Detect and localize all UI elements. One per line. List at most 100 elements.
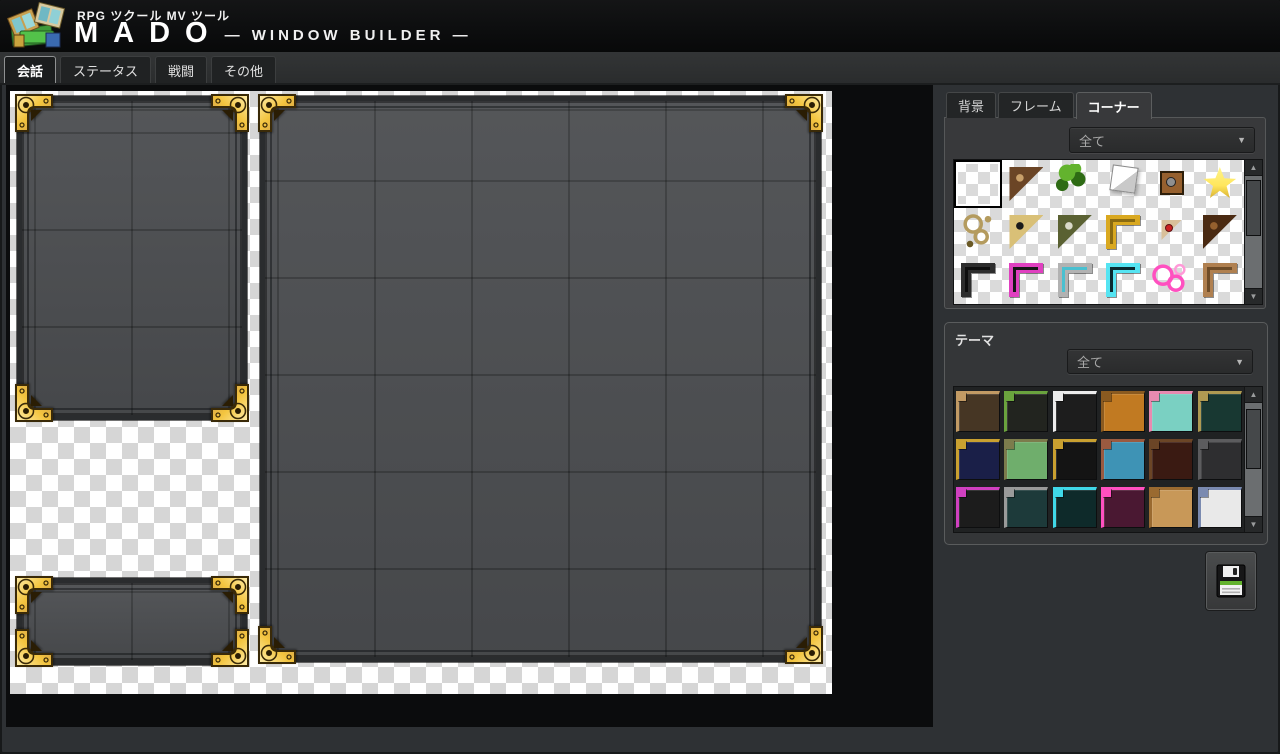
corner-item-olive-corner[interactable]	[1051, 208, 1099, 256]
corner-item-dark-ornate-corner[interactable]	[1196, 208, 1244, 256]
window-preview-canvas	[10, 91, 832, 694]
theme-item-cyan-neon-grid[interactable]	[1051, 483, 1099, 531]
corner-thumbnail	[1055, 212, 1095, 252]
save-button[interactable]	[1205, 551, 1257, 611]
theme-thumbnail	[1101, 439, 1145, 480]
theme-item-silver-teal[interactable]	[1002, 483, 1050, 531]
theme-thumbnail	[956, 487, 1000, 528]
theme-item-gold-navy[interactable]	[954, 435, 1002, 483]
theme-item-gold-black-diamond[interactable]	[1051, 435, 1099, 483]
app-title: MADO	[74, 18, 223, 48]
corner-item-pink-black-bracket[interactable]	[1002, 256, 1050, 304]
corner-item-pink-neon-rings[interactable]	[1147, 256, 1195, 304]
theme-scroll-thumb[interactable]	[1246, 409, 1261, 469]
part-tab-haikei[interactable]: 背景	[946, 92, 996, 118]
part-tab-bar: 背景フレームコーナー	[946, 92, 1154, 119]
theme-thumbnail	[1053, 391, 1097, 432]
theme-item-brass-dark-teal[interactable]	[1196, 387, 1244, 435]
theme-thumbnail	[1004, 439, 1048, 480]
gold-corner-ornament-icon	[258, 626, 296, 664]
theme-thumbnail	[1198, 391, 1242, 432]
theme-filter-value: 全て	[1077, 352, 1103, 371]
corner-thumbnail	[1006, 260, 1046, 300]
gold-corner-ornament-icon	[15, 94, 53, 132]
gold-corner-ornament-icon	[211, 94, 249, 132]
corner-item-none[interactable]	[954, 160, 1002, 208]
corner-scrollbar[interactable]: ▲ ▼	[1244, 160, 1262, 304]
theme-item-paper-blue[interactable]	[1196, 483, 1244, 531]
theme-thumbnail	[1149, 391, 1193, 432]
gold-corner-ornament-icon	[258, 94, 296, 132]
scroll-up-icon[interactable]: ▲	[1245, 387, 1262, 403]
gold-corner-ornament-icon	[211, 384, 249, 422]
preview-window-tall[interactable]	[17, 96, 247, 420]
theme-item-brown-maroon[interactable]	[1147, 435, 1195, 483]
corner-item-wood-beam[interactable]	[1196, 256, 1244, 304]
corner-item-cyan-neon-bracket[interactable]	[1099, 256, 1147, 304]
corner-scroll-thumb[interactable]	[1246, 180, 1261, 236]
gold-corner-ornament-icon	[15, 384, 53, 422]
corner-thumbnail	[1151, 164, 1191, 204]
corner-listbox: ▲ ▼	[953, 159, 1263, 305]
scroll-down-icon[interactable]: ▼	[1245, 288, 1262, 304]
corner-item-green-foliage[interactable]	[1051, 160, 1099, 208]
corner-item-yellow-star[interactable]	[1196, 160, 1244, 208]
preview-window-small[interactable]	[17, 578, 247, 665]
theme-item-leather-brown[interactable]	[954, 387, 1002, 435]
theme-filter-dropdown[interactable]: 全て ▼	[1067, 349, 1253, 374]
gold-corner-ornament-icon	[15, 576, 53, 614]
main-tab-status[interactable]: ステータス	[60, 56, 151, 83]
theme-grid	[954, 387, 1244, 532]
corner-thumbnail	[1200, 260, 1240, 300]
gold-corner-ornament-icon	[15, 629, 53, 667]
preview-window-large[interactable]	[260, 96, 821, 662]
main-tab-sonota[interactable]: その他	[211, 56, 276, 83]
app-title-suffix: — WINDOW BUILDER —	[225, 27, 472, 44]
main-tab-sentou[interactable]: 戦闘	[155, 56, 207, 83]
corner-thumbnail	[1103, 164, 1143, 204]
theme-thumbnail	[956, 439, 1000, 480]
theme-item-paper-dark[interactable]	[1051, 387, 1099, 435]
corner-item-metal-knob-plate[interactable]	[1147, 160, 1195, 208]
theme-thumbnail	[1101, 487, 1145, 528]
scroll-up-icon[interactable]: ▲	[1245, 160, 1262, 176]
theme-thumbnail	[1149, 439, 1193, 480]
corner-item-silver-bracket[interactable]	[1051, 256, 1099, 304]
corner-item-black-pipe[interactable]	[954, 256, 1002, 304]
corner-filter-dropdown[interactable]: 全て ▼	[1069, 127, 1255, 153]
theme-thumbnail	[1004, 487, 1048, 528]
corner-item-tan-dotted-corner[interactable]	[1002, 208, 1050, 256]
theme-item-pink-neon-magenta[interactable]	[1099, 483, 1147, 531]
corner-thumbnail	[1006, 212, 1046, 252]
theme-item-plain-dark-gray[interactable]	[1196, 435, 1244, 483]
corner-item-red-gem-arrow[interactable]	[1147, 208, 1195, 256]
theme-scrollbar[interactable]: ▲ ▼	[1244, 387, 1262, 532]
corner-item-paper-fold[interactable]	[1099, 160, 1147, 208]
corner-grid	[954, 160, 1244, 304]
corner-thumbnail	[1055, 164, 1095, 204]
theme-item-foliage-dark[interactable]	[1002, 387, 1050, 435]
theme-thumbnail	[1053, 487, 1097, 528]
corner-thumbnail	[1055, 260, 1095, 300]
theme-item-teal-blue[interactable]	[1099, 435, 1147, 483]
theme-thumbnail	[1101, 391, 1145, 432]
theme-thumbnail	[1149, 487, 1193, 528]
gold-corner-ornament-icon	[211, 629, 249, 667]
theme-listbox: ▲ ▼	[953, 386, 1263, 533]
scroll-down-icon[interactable]: ▼	[1245, 516, 1262, 532]
gold-corner-ornament-icon	[785, 94, 823, 132]
theme-item-olive-green[interactable]	[1002, 435, 1050, 483]
corner-item-gold-bracket[interactable]	[1099, 208, 1147, 256]
theme-item-wood-floor[interactable]	[1147, 483, 1195, 531]
corner-item-wood-triangle[interactable]	[1002, 160, 1050, 208]
main-tab-kaiwa[interactable]: 会話	[4, 56, 56, 83]
theme-item-candy-teal[interactable]	[1147, 387, 1195, 435]
corner-item-brass-scroll[interactable]	[954, 208, 1002, 256]
part-tab-frame[interactable]: フレーム	[998, 92, 1074, 118]
chevron-down-icon: ▼	[1237, 135, 1246, 145]
theme-item-orange-wood[interactable]	[1099, 387, 1147, 435]
mado-logo-icon	[6, 1, 66, 51]
theme-item-neon-dotted-black[interactable]	[954, 483, 1002, 531]
corner-thumbnail	[958, 260, 998, 300]
part-tab-corner[interactable]: コーナー	[1076, 92, 1152, 119]
